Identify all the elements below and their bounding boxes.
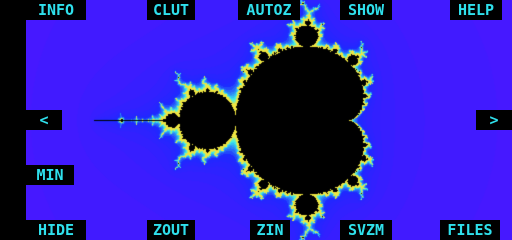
files-button[interactable]: FILES bbox=[440, 220, 500, 240]
mandelbrot-viewer-screen: INFO CLUT AUTOZ SHOW HELP < > MIN HIDE Z… bbox=[0, 0, 512, 240]
clut-button[interactable]: CLUT bbox=[147, 0, 195, 20]
pan-left-button[interactable]: < bbox=[26, 110, 62, 130]
info-button[interactable]: INFO bbox=[26, 0, 86, 20]
show-button[interactable]: SHOW bbox=[340, 0, 392, 20]
autoz-button[interactable]: AUTOZ bbox=[238, 0, 300, 20]
zoom-in-button[interactable]: ZIN bbox=[250, 220, 290, 240]
pan-right-button[interactable]: > bbox=[476, 110, 512, 130]
zoom-out-button[interactable]: ZOUT bbox=[147, 220, 195, 240]
mandelbrot-set-view[interactable] bbox=[26, 0, 512, 240]
help-button[interactable]: HELP bbox=[450, 0, 502, 20]
save-zoom-button[interactable]: SVZM bbox=[340, 220, 392, 240]
hide-button[interactable]: HIDE bbox=[26, 220, 86, 240]
min-button[interactable]: MIN bbox=[26, 165, 74, 185]
